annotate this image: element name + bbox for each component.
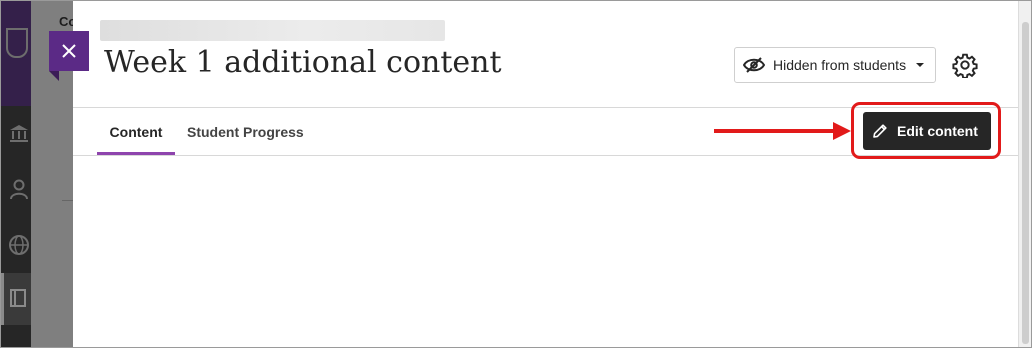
divider: [62, 200, 73, 201]
crest-logo: [6, 28, 28, 58]
panel-scrollbar[interactable]: [1018, 0, 1032, 348]
eye-slash-icon: [743, 57, 765, 73]
pencil-icon: [873, 124, 887, 138]
gear-icon[interactable]: [952, 52, 978, 78]
edit-content-button[interactable]: Edit content: [863, 112, 991, 150]
tab-student-progress[interactable]: Student Progress: [187, 108, 304, 155]
user-icon: [10, 179, 28, 200]
scrollbar-thumb[interactable]: [1022, 22, 1029, 344]
redacted-breadcrumb: [100, 20, 445, 41]
tab-content[interactable]: Content: [97, 108, 175, 155]
chevron-down-icon: [916, 63, 925, 67]
visibility-dropdown[interactable]: Hidden from students: [734, 47, 936, 83]
close-icon: [62, 44, 76, 58]
page-title: Week 1 additional content: [104, 45, 502, 80]
courses-icon: [10, 289, 26, 307]
left-navigation: [0, 0, 31, 348]
university-icon: [10, 125, 28, 142]
close-panel-button[interactable]: [49, 31, 89, 81]
annotation-arrow-head: [833, 122, 851, 140]
annotation-arrow-shaft: [714, 129, 836, 133]
edit-content-label: Edit content: [897, 123, 978, 139]
globe-icon: [9, 235, 29, 255]
visibility-label: Hidden from students: [773, 57, 907, 73]
